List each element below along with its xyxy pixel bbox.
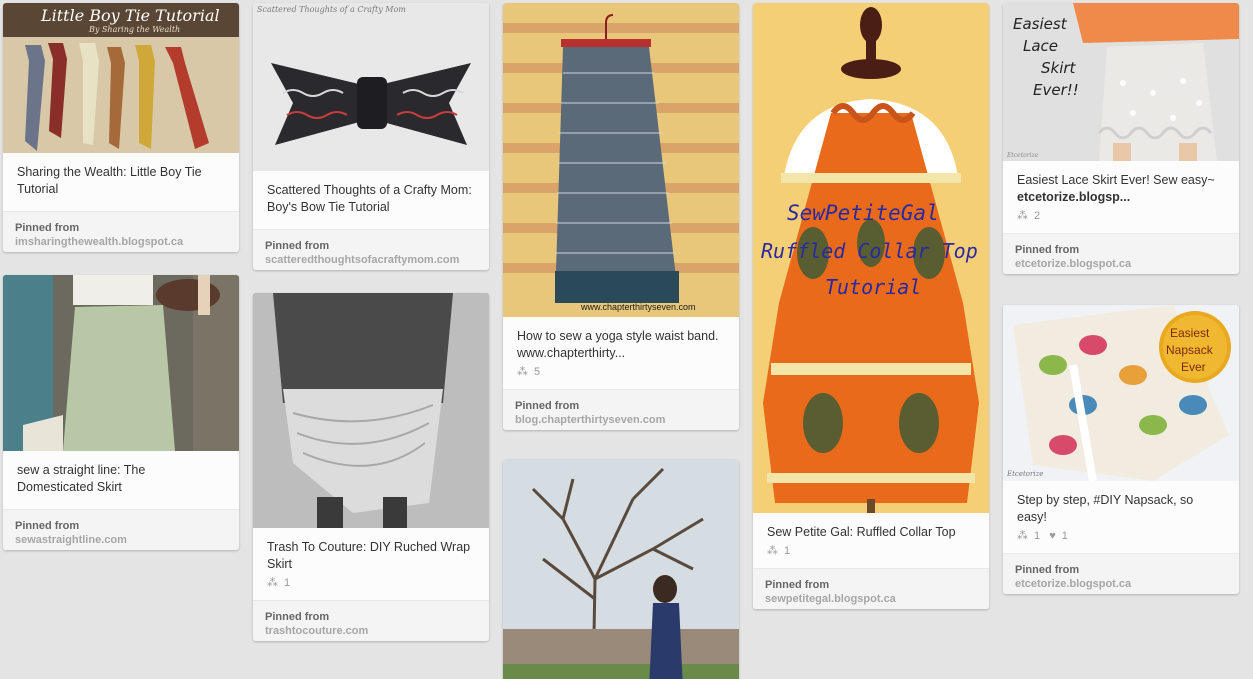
- pin-image[interactable]: Easiest Napsack Ever Etcetorize: [1003, 305, 1239, 481]
- like-count: 1: [1061, 530, 1068, 542]
- pin-description-area: Trash To Couture: DIY Ruched Wrap Skirt …: [253, 528, 489, 601]
- source-domain-link[interactable]: blog.chapterthirtyseven.com: [515, 413, 727, 427]
- badge-line1: Easiest: [1170, 326, 1210, 340]
- pin-image[interactable]: SewPetiteGal Ruffled Collar Top Tutorial: [753, 3, 989, 513]
- repin-icon: ⁂: [517, 366, 528, 378]
- pin-stats: ⁂ 1: [753, 541, 989, 568]
- pin-description-area: sew a straight line: The Domesticated Sk…: [3, 451, 239, 510]
- pin-source[interactable]: Pinned from sewpetitegal.blogspot.ca: [753, 569, 989, 609]
- badge-line3: Ever: [1181, 360, 1206, 374]
- pin-stats: ⁂ 5: [503, 362, 739, 389]
- pin-card[interactable]: Trash To Couture: DIY Ruched Wrap Skirt …: [253, 293, 489, 641]
- pinned-from-label: Pinned from: [515, 400, 580, 412]
- repin-count: 5: [534, 366, 541, 378]
- image-overlay-line3: Skirt: [1041, 59, 1076, 77]
- pinned-from-label: Pinned from: [265, 611, 330, 623]
- pinned-from-label: Pinned from: [15, 520, 80, 532]
- repin-icon: ⁂: [267, 577, 278, 589]
- pinned-from-label: Pinned from: [1015, 564, 1080, 576]
- pin-image[interactable]: Easiest Lace Skirt Ever!! Etcetorize: [1003, 3, 1239, 161]
- repin-icon: ⁂: [767, 545, 778, 557]
- pin-card[interactable]: sew a straight line: The Domesticated Sk…: [3, 275, 239, 550]
- badge-line2: Napsack: [1166, 343, 1213, 357]
- repin-count: 2: [1034, 210, 1041, 222]
- pin-description[interactable]: Step by step, #DIY Napsack, so easy!: [1003, 481, 1239, 526]
- pin-description-area: How to sew a yoga style waist band. www.…: [503, 317, 739, 390]
- description-link-text: etcetorize.blogsp...: [1017, 190, 1131, 204]
- pinned-from-label: Pinned from: [1015, 244, 1080, 256]
- pin-description[interactable]: Easiest Lace Skirt Ever! Sew easy~ etcet…: [1003, 161, 1239, 206]
- description-link-text: www.chapterthirty...: [517, 346, 626, 360]
- repin-count: 1: [284, 577, 291, 589]
- pin-source[interactable]: Pinned from etcetorize.blogspot.ca: [1003, 234, 1239, 274]
- image-watermark-text: Scattered Thoughts of a Crafty Mom: [257, 5, 406, 14]
- image-watermark-text: Etcetorize: [1007, 470, 1044, 478]
- image-overlay-line4: Ever!!: [1033, 81, 1079, 99]
- pin-description-area: Sew Petite Gal: Ruffled Collar Top ⁂ 1: [753, 513, 989, 569]
- repin-count: 1: [1034, 530, 1041, 542]
- pin-description[interactable]: How to sew a yoga style waist band. www.…: [503, 317, 739, 362]
- image-caption-text: www.chapterthirtyseven.com: [581, 302, 696, 312]
- pin-description-area: Scattered Thoughts of a Crafty Mom: Boy'…: [253, 171, 489, 230]
- pin-stats: ⁂ 1 ♥ 1: [1003, 526, 1239, 553]
- pinned-from-label: Pinned from: [765, 579, 830, 591]
- pin-card[interactable]: www.chapterthirtyseven.com How to sew a …: [503, 3, 739, 430]
- description-text: Easiest Lace Skirt Ever! Sew easy~: [1017, 173, 1215, 187]
- image-overlay-line3: Tutorial: [825, 275, 922, 299]
- pin-description[interactable]: Sew Petite Gal: Ruffled Collar Top: [753, 513, 989, 541]
- pin-description-area: Sharing the Wealth: Little Boy Tie Tutor…: [3, 153, 239, 212]
- description-text: How to sew a yoga style waist band.: [517, 329, 719, 343]
- pin-image[interactable]: Scattered Thoughts of a Crafty Mom: [253, 3, 489, 171]
- pin-description[interactable]: Trash To Couture: DIY Ruched Wrap Skirt: [253, 528, 489, 573]
- image-overlay-line2: Ruffled Collar Top: [761, 239, 978, 263]
- pin-card[interactable]: Easiest Lace Skirt Ever!! Etcetorize Eas…: [1003, 3, 1239, 274]
- pin-card[interactable]: [503, 459, 739, 679]
- pin-stats: ⁂ 1: [253, 573, 489, 600]
- pin-source[interactable]: Pinned from imsharingthewealth.blogspot.…: [3, 212, 239, 252]
- pin-source[interactable]: Pinned from sewastraightline.com: [3, 510, 239, 550]
- image-overlay-line1: Easiest: [1013, 15, 1067, 33]
- source-domain-link[interactable]: etcetorize.blogspot.ca: [1015, 577, 1227, 591]
- source-domain-link[interactable]: etcetorize.blogspot.ca: [1015, 257, 1227, 271]
- pin-image[interactable]: Little Boy Tie Tutorial By Sharing the W…: [3, 3, 239, 153]
- source-domain-link[interactable]: sewastraightline.com: [15, 533, 227, 547]
- pin-card[interactable]: Little Boy Tie Tutorial By Sharing the W…: [3, 3, 239, 252]
- pin-card[interactable]: Easiest Napsack Ever Etcetorize Step by …: [1003, 305, 1239, 594]
- image-overlay-line2: Lace: [1023, 37, 1059, 55]
- pin-description[interactable]: sew a straight line: The Domesticated Sk…: [3, 451, 239, 509]
- pinned-from-label: Pinned from: [15, 222, 80, 234]
- image-overlay-line1: SewPetiteGal: [787, 201, 939, 225]
- image-subtitle-text: By Sharing the Wealth: [89, 25, 181, 34]
- image-watermark-text: Etcetorize: [1007, 152, 1039, 159]
- pin-board: Little Boy Tie Tutorial By Sharing the W…: [0, 0, 1253, 679]
- source-domain-link[interactable]: sewpetitegal.blogspot.ca: [765, 592, 977, 606]
- pin-description-area: Step by step, #DIY Napsack, so easy! ⁂ 1 …: [1003, 481, 1239, 554]
- pin-image[interactable]: [3, 275, 239, 451]
- repin-icon: ⁂: [1017, 530, 1028, 542]
- pin-source[interactable]: Pinned from etcetorize.blogspot.ca: [1003, 554, 1239, 594]
- source-domain-link[interactable]: trashtocouture.com: [265, 624, 477, 638]
- pin-description[interactable]: Scattered Thoughts of a Crafty Mom: Boy'…: [253, 171, 489, 229]
- pin-description-area: Easiest Lace Skirt Ever! Sew easy~ etcet…: [1003, 161, 1239, 234]
- image-title-text: Little Boy Tie Tutorial: [41, 6, 220, 25]
- pinned-from-label: Pinned from: [265, 240, 330, 252]
- repin-count: 1: [784, 545, 791, 557]
- pin-source[interactable]: Pinned from blog.chapterthirtyseven.com: [503, 390, 739, 430]
- pin-image[interactable]: [503, 459, 739, 679]
- pin-stats: ⁂ 2: [1003, 206, 1239, 233]
- source-domain-link[interactable]: imsharingthewealth.blogspot.ca: [15, 235, 227, 249]
- pin-image[interactable]: [253, 293, 489, 528]
- pin-description[interactable]: Sharing the Wealth: Little Boy Tie Tutor…: [3, 153, 239, 211]
- pin-source[interactable]: Pinned from scatteredthoughtsofacraftymo…: [253, 230, 489, 270]
- pin-source[interactable]: Pinned from trashtocouture.com: [253, 601, 489, 641]
- heart-icon: ♥: [1049, 530, 1056, 542]
- pin-card[interactable]: Scattered Thoughts of a Crafty Mom Scatt…: [253, 3, 489, 270]
- repin-icon: ⁂: [1017, 210, 1028, 222]
- pin-card[interactable]: SewPetiteGal Ruffled Collar Top Tutorial…: [753, 3, 989, 609]
- pin-image[interactable]: www.chapterthirtyseven.com: [503, 3, 739, 317]
- source-domain-link[interactable]: scatteredthoughtsofacraftymom.com: [265, 253, 477, 267]
